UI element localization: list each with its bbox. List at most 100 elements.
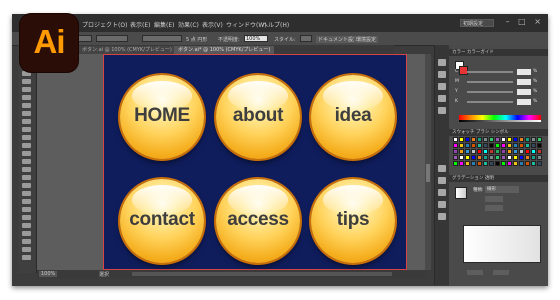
gradient-tool-icon[interactable] [22,199,31,204]
slider-k[interactable] [467,101,513,103]
swatch-cell[interactable] [507,143,512,148]
menu-item-effect[interactable]: 効果(C) [178,20,199,29]
swatch-cell[interactable] [453,137,458,142]
symbol-sprayer-tool-icon[interactable] [22,223,31,228]
vertical-scrollbar[interactable] [425,54,431,270]
swatch-cell[interactable] [501,143,506,148]
gradient-aspect-field[interactable] [485,205,503,211]
swatch-cell[interactable] [453,161,458,166]
swatch-cell[interactable] [459,161,464,166]
value-field-m[interactable] [517,79,531,85]
symbols-panel-icon[interactable] [438,95,446,102]
swatch-cell[interactable] [459,149,464,154]
swatch-cell[interactable] [495,161,500,166]
vertical-scroll-thumb[interactable] [426,164,430,182]
workspace-switcher[interactable]: 初期設定 [460,19,494,27]
swatch-cell[interactable] [501,137,506,142]
swatch-cell[interactable] [459,143,464,148]
eyedropper-tool-icon[interactable] [22,207,31,212]
swatch-cell[interactable] [483,137,488,142]
magic-wand-tool-icon[interactable] [22,79,31,84]
swatch-cell[interactable] [513,137,518,142]
value-field-y[interactable] [517,89,531,95]
swatch-cell[interactable] [495,149,500,154]
swatch-cell[interactable] [495,137,500,142]
zoom-level-field[interactable]: 100% [39,271,58,277]
rectangle-tool-icon[interactable] [22,111,31,116]
layers-panel-icon[interactable] [438,213,446,220]
value-field-c[interactable] [517,69,531,75]
perspective-grid-tool-icon[interactable] [22,183,31,188]
swatch-cell[interactable] [483,161,488,166]
horizontal-scrollbar[interactable] [132,272,392,276]
blend-tool-icon[interactable] [22,215,31,220]
color-panel-icon[interactable] [438,59,446,66]
swatches-panel-icon[interactable] [438,71,446,78]
artboard-tool-icon[interactable] [22,239,31,244]
swatch-cell[interactable] [489,155,494,160]
pencil-tool-icon[interactable] [22,127,31,132]
swatch-cell[interactable] [513,161,518,166]
slider-y[interactable] [467,91,513,93]
swatch-cell[interactable] [465,161,470,166]
brushes-panel-icon[interactable] [438,83,446,90]
zoom-tool-icon[interactable] [22,255,31,260]
appearance-panel-icon[interactable] [438,201,446,208]
swatch-cell[interactable] [501,155,506,160]
swatch-cell[interactable] [537,161,542,166]
swatch-cell[interactable] [519,161,524,166]
scale-tool-icon[interactable] [22,151,31,156]
value-field-k[interactable] [517,99,531,105]
swatch-cell[interactable] [459,137,464,142]
free-transform-tool-icon[interactable] [22,167,31,172]
contact-button-art[interactable]: contact [120,179,204,263]
gradient-panel-icon[interactable] [438,177,446,184]
artboard[interactable]: HOME about idea contact access tips [103,54,407,270]
swatch-cell[interactable] [459,155,464,160]
swatch-cell[interactable] [525,137,530,142]
line-tool-icon[interactable] [22,103,31,108]
swatch-cell[interactable] [525,143,530,148]
opacity-field[interactable]: 100% [244,35,268,42]
swatch-cell[interactable] [465,149,470,154]
idea-button-art[interactable]: idea [311,75,395,159]
swatch-cell[interactable] [507,155,512,160]
swatch-cell[interactable] [507,137,512,142]
color-panel-header[interactable]: カラー カラーガイド [449,49,548,56]
gradient-slider-preview[interactable] [463,225,541,263]
tips-button-art[interactable]: tips [311,179,395,263]
swatch-cell[interactable] [465,137,470,142]
menu-item-display[interactable]: 表示(V) [202,20,223,29]
eraser-tool-icon[interactable] [22,135,31,140]
swatch-cell[interactable] [495,143,500,148]
swatch-cell[interactable] [531,155,536,160]
menu-item-view[interactable]: 表示(E) [130,20,150,29]
swatch-cell[interactable] [519,149,524,154]
swatch-cell[interactable] [525,161,530,166]
color-spectrum-bar[interactable] [459,115,541,122]
graphic-styles-panel-icon[interactable] [438,107,446,114]
gradient-location-field[interactable] [493,270,509,275]
slider-m[interactable] [467,81,513,83]
tab-document-1[interactable]: ボタン.ai @ 100% (CMYK/プレビュー) [78,46,176,54]
swatch-cell[interactable] [489,161,494,166]
swatch-cell[interactable] [525,155,530,160]
swatch-cell[interactable] [471,155,476,160]
stroke-weight-field[interactable] [96,35,128,42]
tab-document-2[interactable]: ボタン.ai* @ 100% (CMYK/プレビュー) [174,46,275,54]
swatch-cell[interactable] [453,149,458,154]
swatch-cell[interactable] [501,161,506,166]
menu-item-edit[interactable]: 編集(E) [154,20,174,29]
about-button-art[interactable]: about [216,75,300,159]
swatch-cell[interactable] [531,143,536,148]
swatch-cell[interactable] [453,143,458,148]
gradient-opacity-field[interactable] [467,270,483,275]
variable-width-field[interactable] [142,35,182,42]
access-button-art[interactable]: access [216,179,300,263]
style-picker[interactable] [300,35,312,42]
swatch-cell[interactable] [513,155,518,160]
menu-item-project[interactable]: プロジェクト(O) [82,20,127,29]
fill-swatch-control[interactable] [78,35,92,42]
swatch-cell[interactable] [477,155,482,160]
swatch-cell[interactable] [513,143,518,148]
